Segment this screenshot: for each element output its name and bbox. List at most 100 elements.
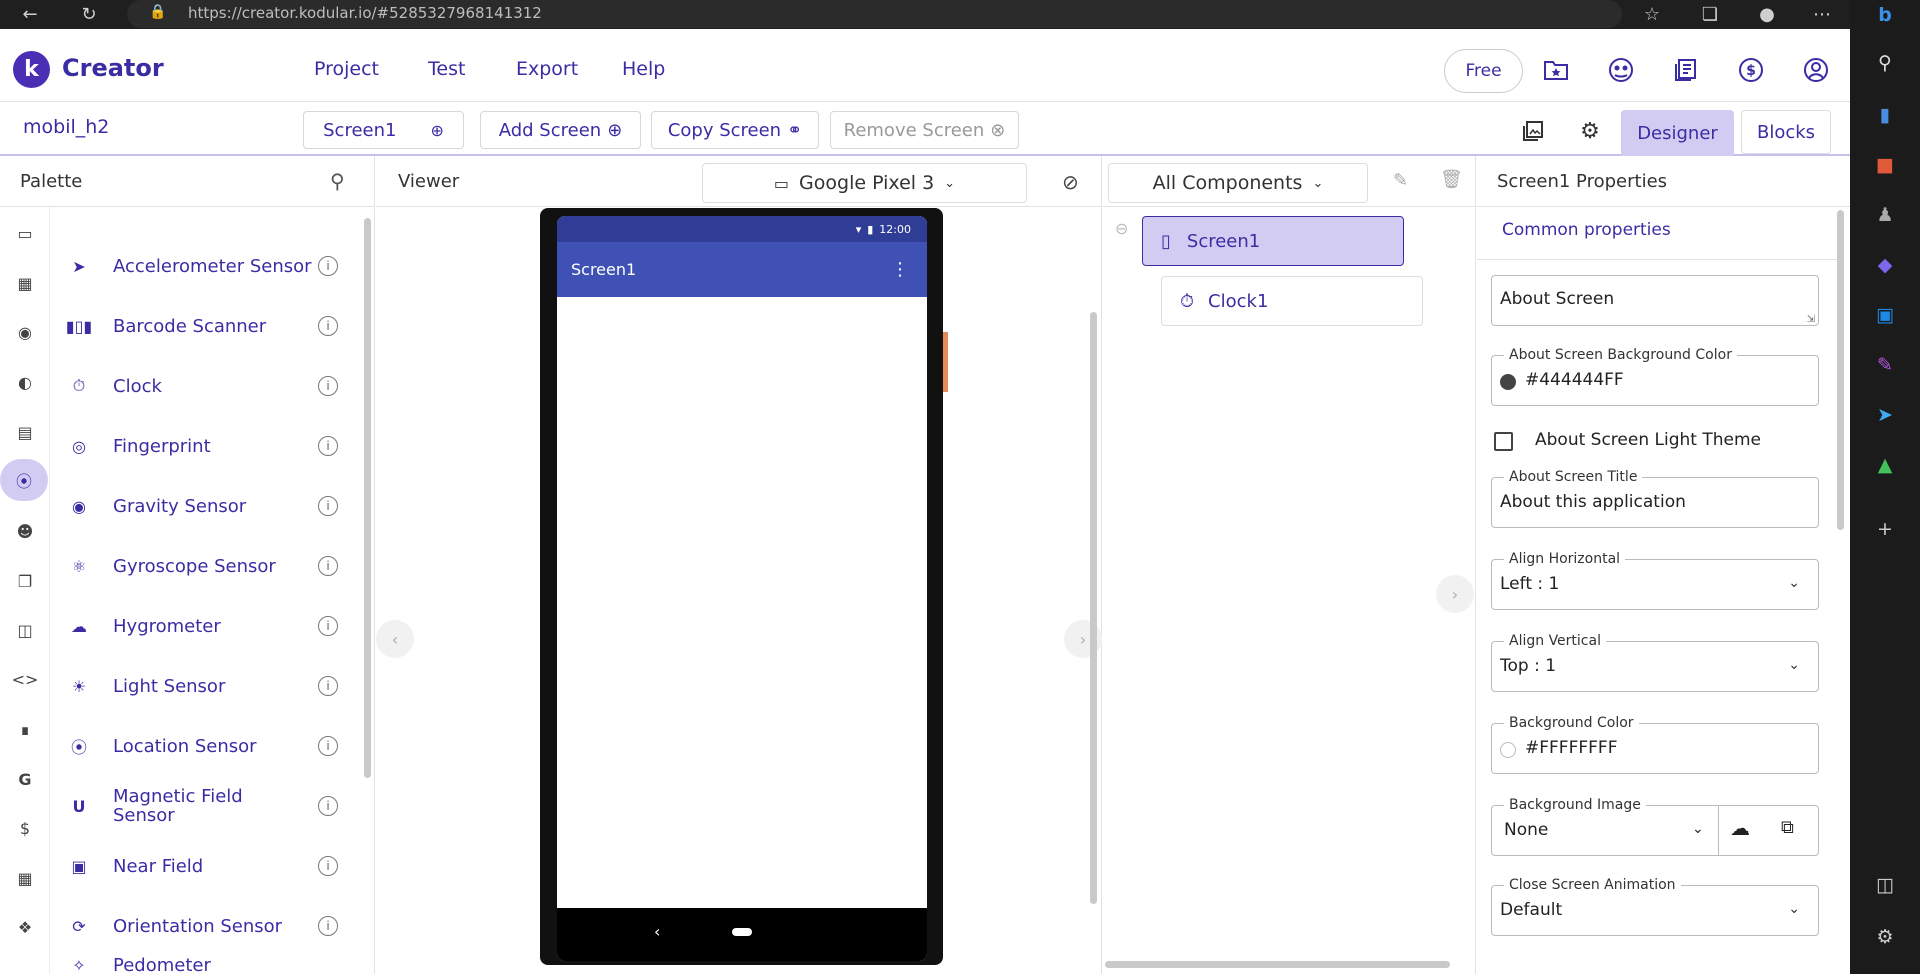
back-icon[interactable]: ← [18,0,42,29]
category-google-icon[interactable]: G [4,758,46,800]
dollar-icon[interactable]: $ [1734,53,1768,87]
info-icon[interactable]: i [318,616,338,636]
viewer-scrollbar[interactable] [1090,312,1097,904]
info-icon[interactable]: i [318,916,338,936]
upload-cloud-icon[interactable]: ☁ [1730,816,1750,840]
info-icon[interactable]: i [318,496,338,516]
menu-test[interactable]: Test [428,58,465,80]
menu-project[interactable]: Project [314,58,379,80]
toolbox-icon[interactable]: ■ [1850,154,1920,176]
palette-item[interactable]: ☀ Light Sensor i [50,656,350,716]
tab-blocks[interactable]: Blocks [1741,110,1831,154]
palette-item[interactable]: ◉ Gravity Sensor i [50,476,350,536]
search-icon[interactable]: ⚲ [1850,52,1920,74]
collections-icon[interactable]: ❏ [1698,0,1722,29]
category-monetization-icon[interactable]: $ [4,807,46,849]
gallery-icon[interactable] [1519,117,1547,145]
info-icon[interactable]: i [318,376,338,396]
component-node-clock1[interactable]: ⏱ Clock1 [1161,276,1423,326]
tag-icon[interactable]: ▮ [1850,104,1920,126]
category-palette-icon[interactable]: ◐ [4,361,46,403]
menu-export[interactable]: Export [516,58,578,80]
category-extensions-icon[interactable]: ❖ [4,906,46,948]
category-table-icon[interactable]: ▦ [4,262,46,304]
info-icon[interactable]: i [318,316,338,336]
info-icon[interactable]: i [318,556,338,576]
add-icon[interactable]: + [1850,518,1920,540]
palette-item[interactable]: ⟳ Orientation Sensor i [50,896,350,956]
screen-select[interactable]: Screen1 ⊕ [303,111,464,149]
info-icon[interactable]: i [318,256,338,276]
align-vertical-select[interactable]: Align Vertical Top : 1 ⌄ [1491,633,1819,692]
category-widgets-icon[interactable]: ▦ [4,857,46,899]
component-filter-select[interactable]: All Components ⌄ [1108,163,1368,203]
palette-item[interactable]: ☁ Hygrometer i [50,596,350,656]
palette-item[interactable]: ⏱ Clock i [50,356,350,416]
category-social-icon[interactable]: ☻ [4,510,46,552]
info-icon[interactable]: i [318,736,338,756]
delete-icon[interactable]: 🗑 [1440,169,1463,190]
properties-scrollbar[interactable] [1837,210,1844,530]
category-code-icon[interactable]: <> [4,658,46,700]
palette-item[interactable]: ⦿ Location Sensor i [50,716,350,776]
docs-icon[interactable] [1669,53,1703,87]
outlook-icon[interactable]: ▣ [1850,304,1920,326]
copilot-icon[interactable]: ◆ [1850,254,1920,276]
favorites-icon[interactable]: ☆ [1640,0,1664,29]
sidebar-toggle-icon[interactable]: ◫ [1850,874,1920,896]
about-screen-textarea[interactable]: About Screen ⇲ [1491,275,1819,326]
chess-icon[interactable]: ♟ [1850,204,1920,226]
palette-item[interactable]: ▮▯▮ Barcode Scanner i [50,296,350,356]
info-icon[interactable]: i [318,856,338,876]
folder-star-icon[interactable] [1539,53,1573,87]
add-screen-button[interactable]: Add Screen ⊕ [480,111,641,149]
info-icon[interactable]: i [318,436,338,456]
close-screen-animation-select[interactable]: Close Screen Animation Default ⌄ [1491,877,1819,936]
background-image-select[interactable]: Background Image None ⌄ ☁ ⧉ [1491,797,1819,856]
phone-screen[interactable]: ▾ ▮ 12:00 Screen1 ⋮ ‹ [557,216,927,961]
palette-item[interactable]: ✧ Pedometer [50,956,350,974]
category-media-icon[interactable]: ◉ [4,311,46,353]
hide-hidden-icon[interactable]: ⊘ [1062,170,1079,194]
palette-item[interactable]: ⚛ Gyroscope Sensor i [50,536,350,596]
account-icon[interactable] [1799,53,1833,87]
collapse-icon[interactable]: ⊖ [1115,219,1128,238]
chevron-left-icon[interactable]: ‹ [376,620,414,658]
category-rss-icon[interactable]: ∎ [4,708,46,750]
about-light-theme-checkbox[interactable] [1494,432,1513,451]
palette-scrollbar[interactable] [364,218,371,778]
tree-icon[interactable]: ▲ [1850,454,1920,476]
align-horizontal-select[interactable]: Align Horizontal Left : 1 ⌄ [1491,551,1819,610]
community-icon[interactable] [1604,53,1638,87]
category-sensors-icon[interactable]: ⦿ [0,459,48,501]
open-external-icon[interactable]: ⧉ [1781,817,1794,838]
palette-item[interactable]: ➤ Accelerometer Sensor i [50,236,350,296]
background-color-field[interactable]: Background Color #FFFFFFFF [1491,715,1819,774]
designer-icon[interactable]: ✎ [1850,354,1920,376]
more-icon[interactable]: ⋯ [1810,0,1834,29]
components-scrollbar[interactable] [1105,961,1450,968]
refresh-icon[interactable]: ↻ [77,0,101,29]
about-bg-color-field[interactable]: About Screen Background Color #444444FF [1491,347,1819,406]
gear-icon[interactable]: ⚙ [1576,117,1604,145]
remove-screen-button[interactable]: Remove Screen ⊗ [830,111,1019,149]
palette-item[interactable]: ◎ Fingerprint i [50,416,350,476]
category-layout-icon[interactable]: ▭ [4,212,46,254]
properties-group-header[interactable]: Common properties [1502,220,1671,240]
menu-help[interactable]: Help [622,58,665,80]
free-plan-button[interactable]: Free [1444,49,1523,93]
category-map-icon[interactable]: ▤ [4,411,46,453]
search-icon[interactable]: ⚲ [330,169,345,193]
copy-screen-button[interactable]: Copy Screen ⚭ [651,111,819,149]
tab-designer[interactable]: Designer [1621,110,1734,156]
category-storage-icon[interactable]: ❐ [4,560,46,602]
about-title-field[interactable]: About Screen Title About this applicatio… [1491,469,1819,528]
category-briefcase-icon[interactable]: ◫ [4,609,46,651]
profile-icon[interactable]: ● [1753,0,1781,29]
palette-item[interactable]: ▣ Near Field i [50,836,350,896]
palette-item[interactable]: U Magnetic Field Sensor i [50,776,350,836]
bing-icon[interactable]: b [1850,4,1920,26]
expand-panel-icon[interactable]: › [1436,575,1474,613]
component-node-screen1[interactable]: ▯ Screen1 [1142,216,1404,266]
address-bar[interactable]: 🔒 https://creator.kodular.io/#5285327968… [127,0,1622,28]
